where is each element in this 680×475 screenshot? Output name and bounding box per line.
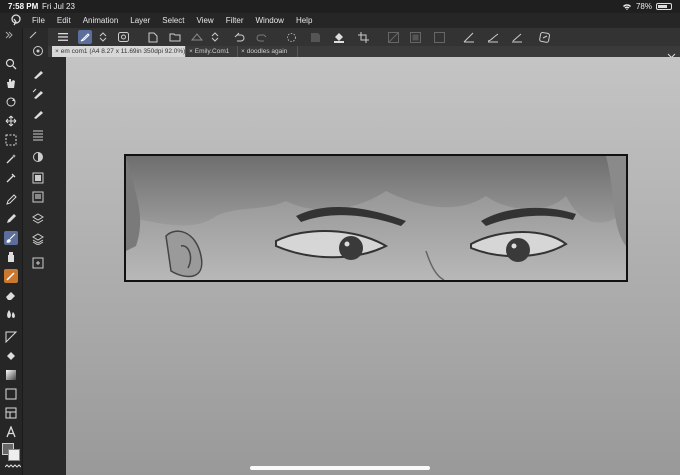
layer-opacity-icon[interactable]: [408, 30, 422, 44]
status-time: 7:58 PM: [8, 2, 39, 11]
rotate-icon[interactable]: [4, 95, 18, 109]
hand-icon[interactable]: [4, 76, 18, 90]
tab-label: doodles again: [246, 48, 288, 55]
eyes-illustration: [126, 156, 626, 280]
subtool-export-icon[interactable]: [31, 256, 45, 270]
brush-icon[interactable]: [4, 231, 18, 245]
document-tabs: × em com1 (A4 8.27 x 11.69in 350dpi 92.0%…: [48, 46, 680, 59]
brush-icon[interactable]: [486, 30, 500, 44]
loading-spinner-icon: [284, 30, 298, 44]
selection-icon[interactable]: [4, 133, 18, 147]
color-swatch[interactable]: [2, 443, 20, 461]
collapse-icon[interactable]: [4, 30, 14, 40]
subtool-texture-icon[interactable]: [31, 128, 45, 142]
menu-item-view[interactable]: View: [197, 13, 214, 28]
help-icon[interactable]: [538, 30, 552, 44]
menu-item-animation[interactable]: Animation: [83, 13, 119, 28]
redo-icon[interactable]: [254, 30, 268, 44]
menu-items: File Edit Animation Layer Select View Filter Wi…: [32, 13, 312, 28]
subtool-stack-icon[interactable]: [31, 212, 45, 226]
crop-icon[interactable]: [356, 30, 370, 44]
decoration-icon[interactable]: [4, 269, 18, 283]
airbrush-icon[interactable]: [4, 250, 18, 264]
subtool-layer-icon[interactable]: [31, 150, 45, 164]
wifi-icon: [622, 3, 631, 10]
menu-item-file[interactable]: File: [32, 13, 45, 28]
gradient-icon[interactable]: [4, 368, 18, 382]
frame-icon[interactable]: [4, 387, 18, 401]
menu-item-help[interactable]: Help: [296, 13, 312, 28]
figure-icon[interactable]: [4, 330, 18, 344]
eyedropper-icon[interactable]: [4, 171, 18, 185]
tab-em-com1[interactable]: × em com1 (A4 8.27 x 11.69in 350dpi 92.0%…: [52, 46, 186, 57]
subtool-marker-icon[interactable]: [31, 67, 45, 81]
subtool-material-icon[interactable]: [31, 171, 45, 185]
ruler-icon[interactable]: [462, 30, 476, 44]
tab-label: em com1 (A4 8.27 x 11.69in 350dpi 92.0%): [60, 48, 186, 55]
chevron-down-icon[interactable]: [667, 47, 676, 59]
save-icon[interactable]: [190, 30, 204, 44]
operation-icon[interactable]: [4, 406, 18, 420]
app-logo-icon[interactable]: [10, 14, 22, 26]
menu-item-filter[interactable]: Filter: [226, 13, 244, 28]
tab-emily-com1[interactable]: × Emily.Com1: [186, 46, 238, 57]
fill-icon[interactable]: [4, 349, 18, 363]
stabilizer-icon[interactable]: [116, 30, 130, 44]
new-file-icon[interactable]: [146, 30, 160, 44]
pencil-icon[interactable]: [4, 212, 18, 226]
home-indicator[interactable]: [250, 466, 430, 470]
subtool-3d-icon[interactable]: [31, 190, 45, 204]
eraser-pencil-icon[interactable]: [510, 30, 524, 44]
chevron-updown-icon[interactable]: [210, 30, 220, 44]
clear-icon[interactable]: [386, 30, 400, 44]
menu-item-edit[interactable]: Edit: [57, 13, 71, 28]
menu-item-select[interactable]: Select: [162, 13, 184, 28]
battery-icon: [656, 3, 672, 10]
subtool-brush-icon[interactable]: [31, 107, 45, 121]
cancel-select-icon[interactable]: [432, 30, 446, 44]
menu-item-window[interactable]: Window: [256, 13, 284, 28]
transparent-color-icon[interactable]: [4, 463, 22, 471]
chevron-updown-icon[interactable]: [98, 30, 108, 44]
menu-bar: File Edit Animation Layer Select View Filter Wi…: [0, 13, 680, 28]
close-icon[interactable]: ×: [241, 48, 245, 55]
subtool-pen-icon[interactable]: [31, 44, 45, 58]
subtool-gpen-icon[interactable]: [31, 87, 45, 101]
pen-icon[interactable]: [4, 193, 18, 207]
menu-icon[interactable]: [56, 30, 70, 44]
undo-icon[interactable]: [232, 30, 246, 44]
subtool-collapse-icon[interactable]: [28, 30, 38, 40]
magic-wand-icon[interactable]: [4, 152, 18, 166]
comic-panel-artwork[interactable]: [124, 154, 628, 282]
text-icon[interactable]: [4, 425, 18, 439]
command-bar: [0, 28, 680, 47]
battery-percent: 78%: [635, 2, 652, 11]
open-folder-icon[interactable]: [168, 30, 182, 44]
menu-item-layer[interactable]: Layer: [130, 13, 150, 28]
canvas-gutter: [48, 57, 66, 475]
sub-color[interactable]: [8, 449, 20, 461]
tab-doodles-again[interactable]: × doodles again: [238, 46, 298, 57]
eraser-icon[interactable]: [4, 288, 18, 302]
tab-label: Emily.Com1: [194, 48, 230, 55]
status-date: Fri Jul 23: [42, 2, 75, 11]
pen-pressure-icon[interactable]: [78, 30, 92, 44]
ios-status-bar: 7:58 PM Fri Jul 23 78%: [0, 0, 680, 13]
move-icon[interactable]: [4, 114, 18, 128]
close-icon[interactable]: ×: [189, 48, 193, 55]
fill-icon[interactable]: [332, 30, 346, 44]
subtool-layers-icon[interactable]: [31, 232, 45, 246]
close-icon[interactable]: ×: [55, 48, 59, 55]
transform-icon[interactable]: [308, 30, 322, 44]
status-right: 78%: [622, 0, 672, 13]
blend-icon[interactable]: [4, 307, 18, 321]
zoom-icon[interactable]: [4, 57, 18, 71]
